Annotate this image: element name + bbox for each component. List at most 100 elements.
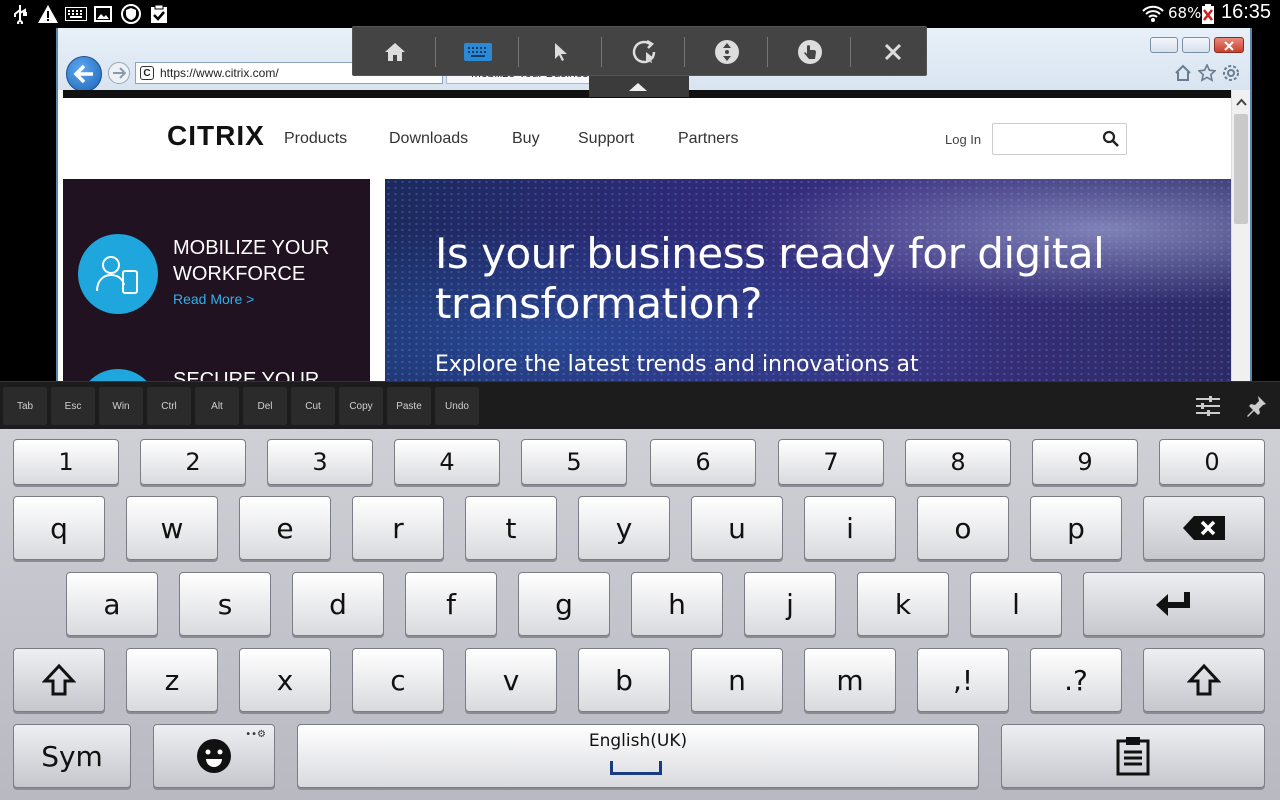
key-l[interactable]: l: [970, 572, 1062, 636]
shield-icon: [120, 4, 142, 24]
shift-left-key[interactable]: [13, 648, 105, 712]
key-paste[interactable]: Paste: [387, 387, 431, 425]
back-button[interactable]: [66, 56, 102, 92]
key-e[interactable]: e: [239, 496, 331, 560]
key-4[interactable]: 4: [394, 439, 500, 485]
page-scrollbar[interactable]: [1231, 90, 1250, 381]
scroll-thumb[interactable]: [1234, 114, 1248, 224]
nav-buy[interactable]: Buy: [512, 130, 540, 148]
key-esc[interactable]: Esc: [51, 387, 95, 425]
key-9[interactable]: 9: [1032, 439, 1138, 485]
key-x[interactable]: x: [239, 648, 331, 712]
key-y[interactable]: y: [578, 496, 670, 560]
toolbar-home-button[interactable]: [353, 27, 436, 77]
key-h[interactable]: h: [631, 572, 723, 636]
toolbar-gesture-button[interactable]: [602, 27, 685, 77]
key-0[interactable]: 0: [1159, 439, 1265, 485]
key-a[interactable]: a: [66, 572, 158, 636]
key-v[interactable]: v: [465, 648, 557, 712]
nav-downloads[interactable]: Downloads: [389, 130, 468, 148]
smiley-icon: [197, 739, 231, 773]
close-window-button[interactable]: [1214, 37, 1244, 53]
key-q[interactable]: q: [13, 496, 105, 560]
key-label: x: [276, 663, 294, 697]
toolbar-touch-button[interactable]: [768, 27, 851, 77]
backspace-key[interactable]: [1143, 496, 1265, 560]
key-undo[interactable]: Undo: [435, 387, 479, 425]
clock: 16:35: [1221, 1, 1272, 23]
home-icon[interactable]: [1174, 64, 1192, 82]
pin-button[interactable]: [1236, 386, 1276, 426]
key-w[interactable]: w: [126, 496, 218, 560]
key-p[interactable]: p: [1030, 496, 1122, 560]
read-more-link[interactable]: Read More >: [173, 291, 254, 307]
key-copy[interactable]: Copy: [339, 387, 383, 425]
key-b[interactable]: b: [578, 648, 670, 712]
toolbar-close-button[interactable]: [851, 27, 934, 77]
toolbar-keyboard-button[interactable]: [436, 27, 519, 77]
key-period[interactable]: .?: [1030, 648, 1122, 712]
key-5[interactable]: 5: [521, 439, 627, 485]
key-ctrl[interactable]: Ctrl: [147, 387, 191, 425]
nav-products[interactable]: Products: [284, 130, 347, 148]
favorites-icon[interactable]: [1198, 64, 1216, 82]
nav-support[interactable]: Support: [578, 130, 634, 148]
key-o[interactable]: o: [917, 496, 1009, 560]
login-link[interactable]: Log In: [945, 132, 981, 147]
key-d[interactable]: d: [292, 572, 384, 636]
nav-partners[interactable]: Partners: [678, 130, 738, 148]
hero-banner[interactable]: Is your business ready for digital trans…: [385, 179, 1231, 381]
key-k[interactable]: k: [857, 572, 949, 636]
space-key[interactable]: English(UK): [297, 724, 979, 788]
citrix-logo[interactable]: CITRIX: [167, 120, 265, 152]
key-1[interactable]: 1: [13, 439, 119, 485]
key-c[interactable]: c: [352, 648, 444, 712]
key-2[interactable]: 2: [140, 439, 246, 485]
key-n[interactable]: n: [691, 648, 783, 712]
key-cut[interactable]: Cut: [291, 387, 335, 425]
key-r[interactable]: r: [352, 496, 444, 560]
forward-button[interactable]: [108, 62, 130, 84]
key-tab[interactable]: Tab: [3, 387, 47, 425]
key-j[interactable]: j: [744, 572, 836, 636]
key-8[interactable]: 8: [905, 439, 1011, 485]
emoji-key[interactable]: ••⚙: [153, 724, 275, 788]
key-7[interactable]: 7: [778, 439, 884, 485]
key-m[interactable]: m: [804, 648, 896, 712]
key-3[interactable]: 3: [267, 439, 373, 485]
site-search-input[interactable]: [992, 123, 1127, 155]
key-alt[interactable]: Alt: [195, 387, 239, 425]
key-label: c: [390, 663, 406, 697]
key-label: p: [1067, 511, 1085, 545]
address-text: https://www.citrix.com/: [160, 66, 279, 80]
clipboard-key[interactable]: [1001, 724, 1265, 788]
sliders-icon: [1196, 396, 1220, 416]
search-icon[interactable]: [1102, 130, 1120, 148]
key-del[interactable]: Del: [243, 387, 287, 425]
keys-settings-button[interactable]: [1186, 386, 1230, 426]
toolbar-pointer-button[interactable]: [519, 27, 602, 77]
key-label: z: [164, 663, 180, 697]
sym-key[interactable]: Sym: [13, 724, 131, 788]
key-s[interactable]: s: [179, 572, 271, 636]
key-i[interactable]: i: [804, 496, 896, 560]
toolbar-scroll-button[interactable]: [685, 27, 768, 77]
key-t[interactable]: t: [465, 496, 557, 560]
key-comma[interactable]: ,!: [917, 648, 1009, 712]
shift-right-key[interactable]: [1143, 648, 1265, 712]
key-label: r: [392, 511, 404, 545]
key-g[interactable]: g: [518, 572, 610, 636]
enter-key[interactable]: [1083, 572, 1265, 636]
key-z[interactable]: z: [126, 648, 218, 712]
key-u[interactable]: u: [691, 496, 783, 560]
back-arrow-icon: [73, 64, 93, 84]
key-win[interactable]: Win: [99, 387, 143, 425]
settings-icon[interactable]: [1222, 64, 1240, 82]
minimize-button[interactable]: [1150, 37, 1178, 53]
home-icon: [384, 43, 405, 61]
maximize-button[interactable]: [1182, 37, 1210, 53]
key-f[interactable]: f: [405, 572, 497, 636]
key-6[interactable]: 6: [650, 439, 756, 485]
key-label: h: [668, 587, 686, 621]
chevron-up-icon[interactable]: [1235, 94, 1248, 107]
